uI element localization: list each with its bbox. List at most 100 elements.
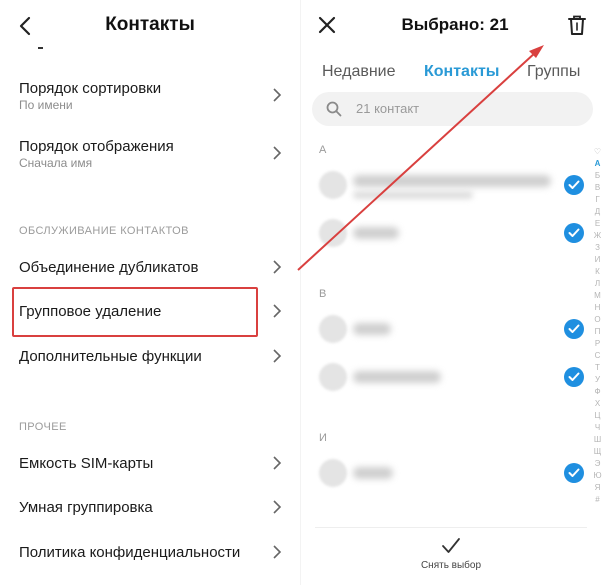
setting-merge-duplicates[interactable]: Объединение дубликатов	[0, 252, 300, 282]
checkbox-checked[interactable]	[564, 367, 584, 387]
alphabet-letter[interactable]: Э	[592, 458, 602, 470]
avatar	[319, 315, 347, 343]
alphabet-letter[interactable]: Ч	[592, 422, 602, 434]
alphabet-letter[interactable]: Т	[592, 362, 602, 374]
alphabet-letter[interactable]: Д	[592, 206, 602, 218]
alphabet-letter[interactable]: Б	[592, 170, 602, 182]
checkmark-icon	[568, 180, 580, 189]
alphabet-letter[interactable]: Я	[592, 482, 602, 494]
alphabet-letter[interactable]: Р	[592, 338, 602, 350]
divider	[315, 527, 587, 528]
checkbox-checked[interactable]	[564, 223, 584, 243]
group-header-a: А	[319, 144, 327, 156]
chevron-right-icon	[273, 260, 282, 274]
alphabet-letter[interactable]: Л	[592, 278, 602, 290]
alphabet-letter[interactable]: Ц	[592, 410, 602, 422]
alphabet-letter[interactable]: Ф	[592, 386, 602, 398]
page-title: Контакты	[105, 14, 195, 35]
highlight-annotation-box	[12, 287, 258, 337]
tab-recent[interactable]: Недавние	[322, 63, 396, 81]
trash-icon[interactable]	[567, 14, 587, 36]
alphabet-letter[interactable]: П	[592, 326, 602, 338]
blurred-contact-name	[353, 371, 441, 383]
back-arrow-icon	[19, 16, 31, 36]
contact-row[interactable]	[301, 211, 591, 255]
alphabet-letter[interactable]: ♡	[592, 146, 602, 158]
section-label-maintenance: ОБСЛУЖИВАНИЕ КОНТАКТОВ	[19, 225, 189, 237]
setting-title: Политика конфиденциальности	[19, 544, 241, 561]
alphabet-letter[interactable]: А	[592, 158, 602, 170]
alphabet-letter[interactable]: К	[592, 266, 602, 278]
setting-title: Емкость SIM-карты	[19, 455, 154, 472]
deselect-button[interactable]: Снять выбор	[413, 537, 489, 577]
alphabet-letter[interactable]: О	[592, 314, 602, 326]
chevron-right-icon	[273, 146, 282, 160]
tab-groups[interactable]: Группы	[527, 63, 580, 81]
settings-header: Контакты	[0, 0, 300, 52]
back-button[interactable]	[14, 14, 36, 38]
setting-subtitle: Сначала имя	[19, 156, 93, 170]
setting-sim-capacity[interactable]: Емкость SIM-карты	[0, 448, 300, 478]
setting-title: Дополнительные функции	[19, 348, 202, 365]
blurred-contact-name	[353, 323, 391, 335]
group-header-v: В	[319, 288, 327, 300]
search-icon	[326, 101, 342, 117]
close-icon[interactable]	[317, 15, 337, 35]
alphabet-letter[interactable]: М	[592, 290, 602, 302]
blurred-contact-name	[353, 175, 551, 187]
alphabet-letter[interactable]: #	[592, 494, 602, 506]
avatar	[319, 219, 347, 247]
setting-display-order[interactable]: Порядок отображения Сначала имя	[0, 132, 300, 182]
group-header-i: И	[319, 432, 327, 444]
chevron-right-icon	[273, 456, 282, 470]
blurred-contact-name	[353, 227, 399, 239]
avatar	[319, 171, 347, 199]
tab-contacts[interactable]: Контакты	[424, 63, 499, 81]
alphabet-letter[interactable]: З	[592, 242, 602, 254]
blurred-contact-name	[353, 467, 393, 479]
search-input[interactable]: 21 контакт	[312, 92, 593, 126]
chevron-right-icon	[273, 349, 282, 363]
chevron-right-icon	[273, 304, 282, 318]
setting-smart-grouping[interactable]: Умная группировка	[0, 492, 300, 522]
setting-subtitle: По имени	[19, 98, 73, 112]
blurred-contact-detail	[353, 191, 473, 199]
contact-row[interactable]	[301, 163, 591, 207]
alphabet-letter[interactable]: Х	[592, 398, 602, 410]
checkmark-icon	[568, 324, 580, 333]
contact-row[interactable]	[301, 307, 591, 351]
chevron-right-icon	[273, 500, 282, 514]
contacts-settings-panel: Контакты Порядок сортировки По имени Пор…	[0, 0, 300, 585]
avatar	[319, 459, 347, 487]
contact-row[interactable]	[301, 355, 591, 399]
section-label-other: ПРОЧЕЕ	[19, 421, 67, 433]
setting-advanced-features[interactable]: Дополнительные функции	[0, 341, 300, 371]
setting-sort-order[interactable]: Порядок сортировки По имени	[0, 74, 300, 124]
alphabet-letter[interactable]: В	[592, 182, 602, 194]
contact-selection-panel: Выбрано: 21 Недавние Контакты Группы 21 …	[300, 0, 602, 585]
checkbox-checked[interactable]	[564, 319, 584, 339]
alphabet-letter[interactable]: Ж	[592, 230, 602, 242]
chevron-right-icon	[273, 545, 282, 559]
alphabet-index[interactable]: ♡ А Б В Г Д Е Ж З И К Л М Н О П Р С Т У Ф Х Ц Ч Ш Щ Э Ю Я #	[592, 146, 602, 526]
alphabet-letter[interactable]: У	[592, 374, 602, 386]
alphabet-letter[interactable]: Ю	[592, 470, 602, 482]
scroll-fragment	[38, 47, 43, 49]
checkmark-icon	[568, 372, 580, 381]
alphabet-letter[interactable]: Н	[592, 302, 602, 314]
contact-row[interactable]	[301, 451, 591, 495]
setting-privacy-policy[interactable]: Политика конфиденциальности	[0, 537, 300, 567]
alphabet-letter[interactable]: Г	[592, 194, 602, 206]
screen: Контакты Порядок сортировки По имени Пор…	[0, 0, 602, 585]
avatar	[319, 363, 347, 391]
alphabet-letter[interactable]: Щ	[592, 446, 602, 458]
alphabet-letter[interactable]: Ш	[592, 434, 602, 446]
setting-title: Умная группировка	[19, 499, 153, 516]
alphabet-letter[interactable]: Е	[592, 218, 602, 230]
checkbox-checked[interactable]	[564, 463, 584, 483]
selection-count-title: Выбрано: 21	[401, 15, 509, 34]
chevron-right-icon	[273, 88, 282, 102]
alphabet-letter[interactable]: И	[592, 254, 602, 266]
checkbox-checked[interactable]	[564, 175, 584, 195]
alphabet-letter[interactable]: С	[592, 350, 602, 362]
